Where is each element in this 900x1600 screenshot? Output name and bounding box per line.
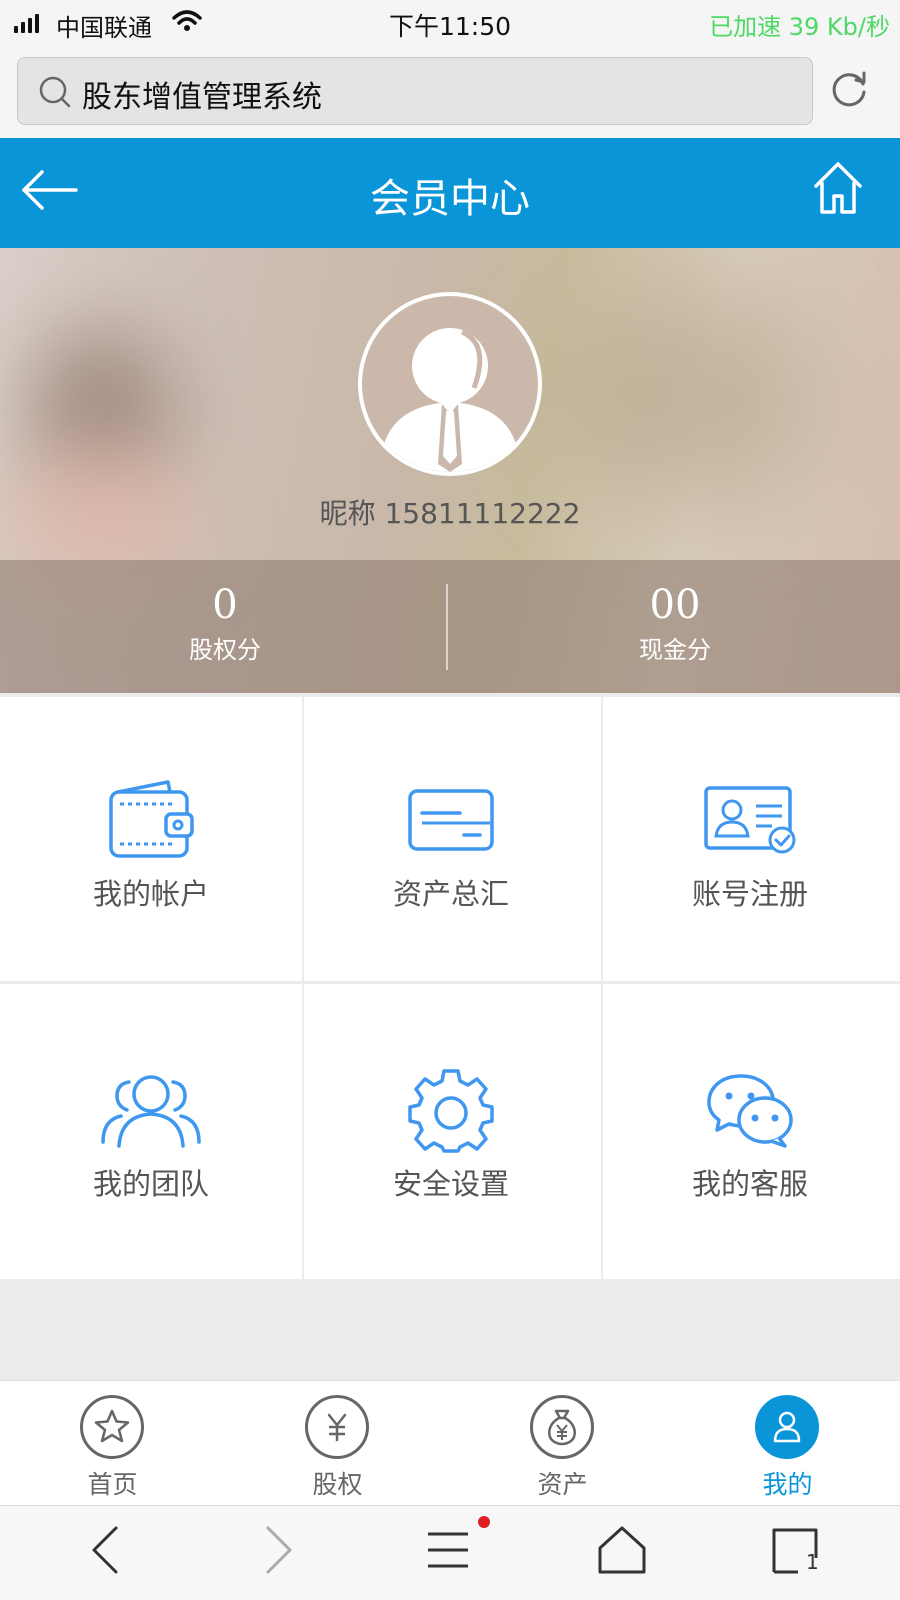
menu-item-label: 我的团队 bbox=[92, 1167, 209, 1201]
menu-item-customer-service[interactable]: 我的客服 bbox=[601, 987, 899, 1272]
bottom-tab-bar: 首页 股权 资产 我的 bbox=[0, 1380, 900, 1505]
home-icon[interactable] bbox=[810, 160, 866, 220]
browser-toolbar: 1 bbox=[0, 1505, 900, 1600]
id-card-icon bbox=[601, 775, 899, 865]
address-text: 股东增值管理系统 bbox=[82, 80, 322, 115]
menu-item-label: 我的客服 bbox=[691, 1167, 808, 1201]
gear-icon bbox=[302, 1065, 600, 1155]
stats-bar: 0 股权分 00 现金分 bbox=[0, 560, 900, 693]
stats-divider bbox=[446, 584, 448, 670]
yen-icon bbox=[305, 1395, 369, 1459]
menu-item-security-settings[interactable]: 安全设置 bbox=[302, 987, 600, 1272]
browser-address-bar: 股东增值管理系统 bbox=[0, 48, 900, 138]
tab-count: 1 bbox=[806, 1550, 819, 1574]
menu-item-label: 账号注册 bbox=[691, 877, 808, 911]
tab-assets[interactable]: 资产 bbox=[450, 1381, 675, 1506]
money-bag-icon bbox=[530, 1395, 594, 1459]
notification-dot bbox=[478, 1516, 490, 1528]
tab-equity[interactable]: 股权 bbox=[225, 1381, 450, 1506]
menu-item-my-team[interactable]: 我的团队 bbox=[2, 987, 300, 1272]
menu-grid: 我的帐户 资产总汇 账号注册 我的团队 安全设置 我的客服 bbox=[0, 697, 900, 1279]
menu-item-label: 我的帐户 bbox=[92, 877, 209, 911]
reload-icon[interactable] bbox=[828, 68, 870, 114]
stat-value: 00 bbox=[649, 582, 701, 628]
tab-home[interactable]: 首页 bbox=[0, 1381, 225, 1506]
menu-icon[interactable] bbox=[424, 1524, 472, 1580]
tab-label: 资产 bbox=[537, 1470, 588, 1499]
stat-label: 现金分 bbox=[639, 636, 711, 664]
back-icon[interactable] bbox=[86, 1524, 126, 1580]
star-icon bbox=[80, 1395, 144, 1459]
tab-label: 股权 bbox=[312, 1470, 363, 1499]
address-input[interactable]: 股东增值管理系统 bbox=[17, 57, 813, 125]
team-icon bbox=[2, 1065, 300, 1155]
menu-item-register-account[interactable]: 账号注册 bbox=[601, 697, 899, 982]
user-nickname: 昵称 15811112222 bbox=[319, 497, 581, 530]
page-header: 会员中心 bbox=[0, 138, 900, 248]
menu-item-asset-summary[interactable]: 资产总汇 bbox=[302, 697, 600, 982]
page-title: 会员中心 bbox=[370, 176, 530, 222]
profile-banner: 昵称 15811112222 0 股权分 00 现金分 bbox=[0, 248, 900, 693]
stat-value: 0 bbox=[212, 582, 238, 628]
network-speed: 已加速 39 Kb/秒 bbox=[709, 13, 890, 41]
stat-equity-points[interactable]: 0 股权分 bbox=[0, 560, 450, 693]
forward-icon[interactable] bbox=[258, 1524, 298, 1580]
stat-label: 股权分 bbox=[189, 636, 261, 664]
menu-item-label: 安全设置 bbox=[392, 1167, 509, 1201]
tab-label: 首页 bbox=[87, 1470, 138, 1499]
chat-icon bbox=[601, 1065, 899, 1155]
search-icon bbox=[38, 75, 72, 113]
tab-label: 我的 bbox=[762, 1470, 813, 1499]
menu-item-my-account[interactable]: 我的帐户 bbox=[2, 697, 300, 982]
stat-cash-points[interactable]: 00 现金分 bbox=[450, 560, 900, 693]
tab-mine[interactable]: 我的 bbox=[675, 1381, 900, 1506]
wallet-icon bbox=[2, 775, 300, 865]
person-icon bbox=[755, 1395, 819, 1459]
menu-item-label: 资产总汇 bbox=[392, 877, 509, 911]
browser-home-icon[interactable] bbox=[596, 1524, 648, 1580]
user-avatar-icon[interactable] bbox=[358, 292, 542, 476]
status-bar: 中国联通 下午11:50 已加速 39 Kb/秒 bbox=[0, 0, 900, 48]
card-icon bbox=[302, 775, 600, 865]
